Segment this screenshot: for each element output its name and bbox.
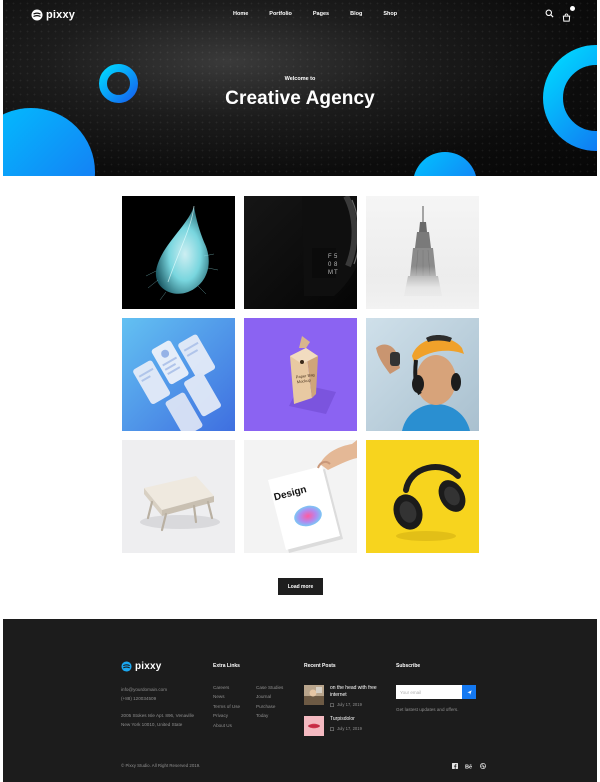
recent-post-thumbnail	[304, 685, 324, 705]
top-navbar: pixxy Home Portfolio Pages Blog Shop	[3, 0, 597, 30]
subscribe-note: Get lastest updates and offers.	[396, 707, 459, 712]
main-nav: Home Portfolio Pages Blog Shop	[233, 11, 419, 17]
pixxy-logo-icon	[121, 661, 132, 672]
dribbble-icon[interactable]	[480, 763, 486, 769]
man-headphones-image	[366, 318, 479, 431]
footer-brand-logo[interactable]: pixxy	[121, 661, 162, 672]
copyright-text: © Pixxy Studio. All Right Reserved 2019.	[121, 763, 201, 768]
header-actions	[545, 6, 575, 22]
hero-banner: pixxy Home Portfolio Pages Blog Shop Wel…	[3, 0, 597, 176]
recent-post[interactable]: Turpisdolor July 17, 2019	[304, 716, 362, 736]
portfolio-item-design-poster[interactable]: Design	[244, 440, 357, 553]
footer-link-careers[interactable]: Careers	[213, 683, 240, 692]
footer-link-privacy[interactable]: Privacy	[213, 711, 240, 720]
recent-post-title[interactable]: Turpisdolor	[330, 716, 362, 723]
search-icon[interactable]	[545, 9, 554, 18]
portfolio-item-app-screens[interactable]	[122, 318, 235, 431]
recent-post-date: July 17, 2019	[330, 702, 382, 707]
watch-image: F5 08 MT	[244, 196, 357, 309]
subscribe-title: Subscribe	[396, 663, 421, 669]
portfolio-item-building[interactable]	[366, 196, 479, 309]
building-image	[366, 196, 479, 309]
calendar-icon	[330, 726, 334, 731]
svg-text:T: T	[334, 270, 338, 276]
portfolio-item-watch[interactable]: F5 08 MT	[244, 196, 357, 309]
footer-link-about[interactable]: About Us	[213, 721, 240, 730]
hero-subtitle: Welcome to	[284, 76, 316, 82]
subscribe-submit-button[interactable]	[462, 685, 476, 699]
subscribe-email-input[interactable]	[396, 685, 462, 699]
recent-posts-title: Recent Posts	[304, 663, 336, 669]
send-icon	[466, 689, 472, 695]
portfolio-item-paper-bag[interactable]: Paper Bag Mockup	[244, 318, 357, 431]
footer-link-terms[interactable]: Terms of Use	[213, 702, 240, 711]
app-screens-image	[122, 318, 235, 431]
behance-icon[interactable]: Bē	[465, 763, 473, 769]
feather-image	[122, 196, 235, 309]
portfolio-grid: F5 08 MT Paper Bag Mockup Design	[122, 196, 479, 553]
footer-brand-name: pixxy	[135, 661, 162, 672]
brand-logo[interactable]: pixxy	[31, 9, 75, 21]
cart-button[interactable]	[562, 6, 575, 22]
recent-post-date: July 17, 2019	[330, 726, 362, 731]
recent-post-date-text: July 17, 2019	[337, 726, 362, 731]
footer-link-news[interactable]: News	[213, 692, 240, 701]
svg-text:F: F	[328, 254, 332, 260]
svg-text:Bē: Bē	[465, 764, 472, 769]
design-poster-image: Design	[244, 440, 357, 553]
nav-home[interactable]: Home	[233, 11, 248, 17]
contact-address-line2: New York 10010, United State	[121, 722, 183, 728]
hero-halfcircle-bottom	[414, 152, 476, 176]
pixxy-logo-icon	[31, 9, 43, 21]
recent-post-title[interactable]: on the head with free internet	[330, 685, 382, 699]
nav-portfolio[interactable]: Portfolio	[269, 11, 292, 17]
footer-link-purchase[interactable]: Purchase	[256, 702, 283, 711]
load-more-button[interactable]: Load more	[278, 578, 323, 595]
site-footer: pixxy info@yourdomain.com (+88) 12003450…	[3, 619, 597, 782]
headphones-image	[366, 440, 479, 553]
cart-icon	[562, 13, 571, 22]
calendar-icon	[330, 702, 334, 707]
cart-badge	[570, 6, 575, 11]
portfolio-item-man-headphones[interactable]	[366, 318, 479, 431]
recent-post-date-text: July 17, 2019	[337, 702, 362, 707]
portfolio-item-feather[interactable]	[122, 196, 235, 309]
svg-text:M: M	[328, 270, 333, 276]
footer-link-journal[interactable]: Journal	[256, 692, 283, 701]
recent-post-thumbnail	[304, 716, 324, 736]
footer-link-today[interactable]: Today	[256, 711, 283, 720]
subscribe-form	[396, 685, 476, 699]
nav-pages[interactable]: Pages	[313, 11, 329, 17]
nav-blog[interactable]: Blog	[350, 11, 362, 17]
extra-links-col1: Careers News Terms of Use Privacy About …	[213, 683, 240, 730]
table-image	[122, 440, 235, 553]
contact-phone[interactable]: (+88) 120034509	[121, 694, 194, 703]
portfolio-item-table[interactable]	[122, 440, 235, 553]
paper-bag-image: Paper Bag Mockup	[244, 318, 357, 431]
extra-links-col2: Case Studies Journal Purchase Today	[256, 683, 283, 721]
footer-contact: info@yourdomain.com (+88) 120034509 2005…	[121, 685, 194, 730]
facebook-icon[interactable]	[452, 763, 458, 769]
brand-name: pixxy	[46, 9, 76, 21]
footer-link-case-studies[interactable]: Case Studies	[256, 683, 283, 692]
nav-shop[interactable]: Shop	[383, 11, 397, 17]
hero-title: Creative Agency	[225, 88, 375, 109]
recent-post[interactable]: on the head with free internet July 17, …	[304, 685, 382, 707]
extra-links-title: Extra Links	[213, 663, 240, 669]
social-links: Bē	[452, 763, 486, 769]
portfolio-item-headphones[interactable]	[366, 440, 479, 553]
contact-email[interactable]: info@yourdomain.com	[121, 685, 194, 694]
contact-address-line1: 2005 Stokes Isle Apt. 896, Venaville	[121, 712, 195, 718]
